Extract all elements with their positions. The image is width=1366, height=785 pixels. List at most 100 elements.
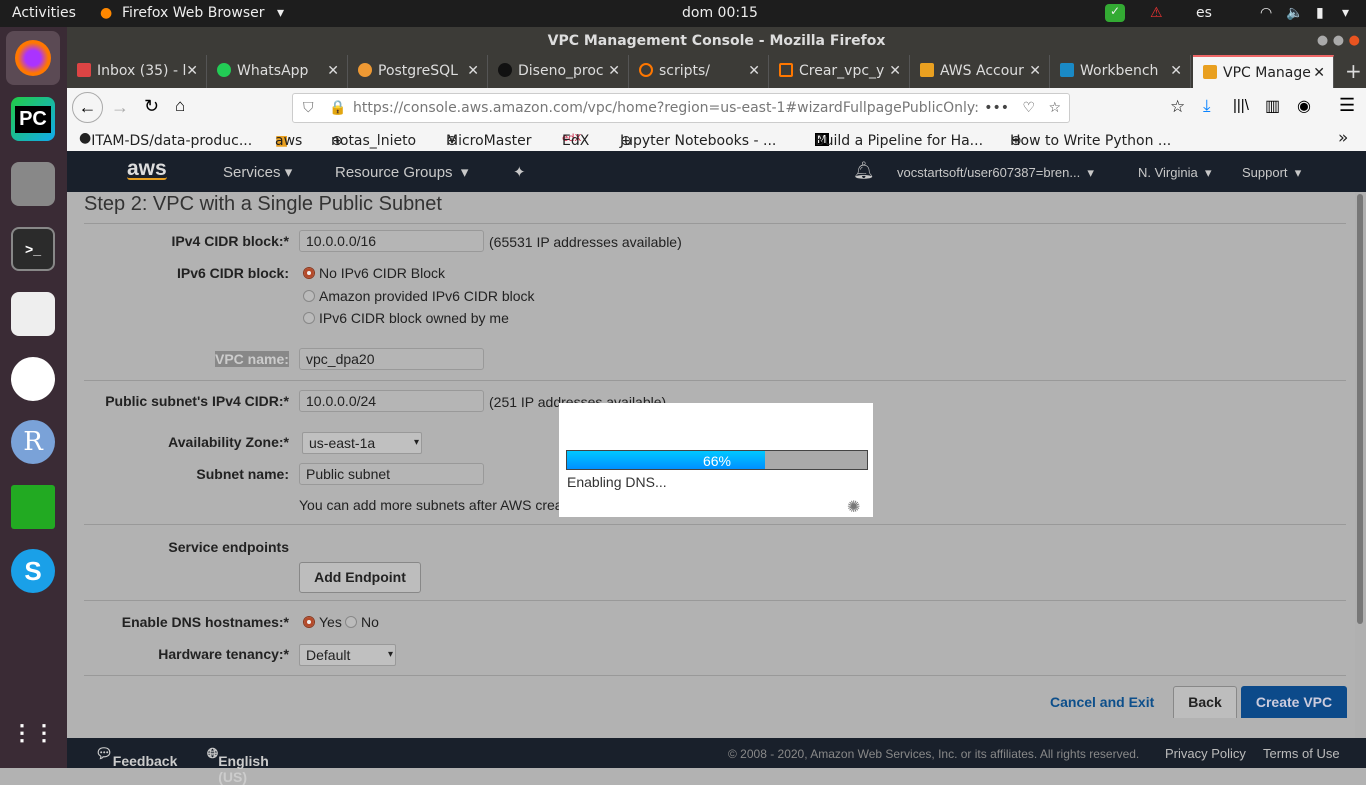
forward-icon[interactable]: → [111, 97, 129, 118]
reload-icon[interactable]: ↻ [144, 96, 159, 117]
more-bookmarks-icon[interactable]: » [1338, 128, 1348, 148]
activities-button[interactable]: Activities [12, 5, 76, 21]
dns-no-option[interactable]: No [345, 614, 379, 630]
sidebar-icon[interactable]: ▥ [1265, 96, 1280, 116]
region-menu[interactable]: N. Virginia ▾ [1138, 165, 1211, 181]
url-text[interactable]: https://console.aws.amazon.com/vpc/home?… [353, 100, 979, 116]
close-icon[interactable]: ✕ [889, 55, 901, 88]
bookmarks-bar: ● ITAM-DS/data-produc... ■ aws ⊕ notas_l… [67, 127, 1366, 151]
clock[interactable]: dom 00:15 [682, 5, 758, 21]
new-tab-button[interactable]: + [1335, 55, 1366, 88]
subnet-name-input[interactable]: Public subnet [299, 463, 484, 485]
scrollbar-thumb[interactable] [1357, 194, 1363, 624]
back-button[interactable]: Back [1173, 686, 1237, 718]
aws-smile-logo [127, 177, 167, 180]
tab[interactable]: Diseno_proc ✕ [488, 55, 629, 88]
ipv4-cidr-input[interactable]: 10.0.0.0/16 [299, 230, 484, 252]
lock-icon[interactable]: 🔒 [329, 94, 346, 122]
close-icon[interactable]: ✕ [608, 55, 620, 88]
tab[interactable]: AWS Accour ✕ [910, 55, 1050, 88]
subnet-cidr-input[interactable]: 10.0.0.0/24 [299, 390, 484, 412]
dns-yes-option[interactable]: Yes [303, 614, 342, 630]
create-vpc-button[interactable]: Create VPC [1241, 686, 1347, 718]
services-menu[interactable]: Services ▾ [223, 163, 292, 181]
close-icon[interactable]: ✕ [1313, 57, 1325, 88]
close-icon[interactable]: ✕ [186, 55, 198, 88]
copyright: © 2008 - 2020, Amazon Web Services, Inc.… [728, 747, 1140, 761]
radio[interactable] [303, 312, 315, 324]
dock-firefox[interactable] [6, 31, 60, 85]
menu-icon[interactable]: ☰ [1339, 95, 1355, 116]
close-icon[interactable]: ✕ [1029, 55, 1041, 88]
dock-files[interactable] [11, 162, 55, 206]
vpc-name-input[interactable]: vpc_dpa20 [299, 348, 484, 370]
window-controls[interactable]: ● ● ● [1317, 27, 1360, 55]
battery-icon[interactable]: ▮ [1316, 5, 1324, 21]
close-icon[interactable]: ✕ [467, 55, 479, 88]
feedback-link[interactable]: 💬︎ Feedback [95, 745, 177, 769]
volume-icon[interactable]: 🔈 [1286, 5, 1303, 21]
ipv6-option-owned[interactable]: IPv6 CIDR block owned by me [303, 310, 509, 326]
app-menu[interactable]: Firefox Web Browser [122, 5, 265, 21]
close-icon[interactable]: ✕ [327, 55, 339, 88]
hardware-tenancy-select[interactable]: Default ▾ [299, 644, 396, 666]
dock-skype[interactable]: S [11, 549, 55, 593]
language-indicator[interactable]: es [1196, 5, 1212, 21]
account-icon[interactable]: ◉ [1297, 96, 1311, 116]
dock-text-editor[interactable] [11, 292, 55, 336]
scrollbar[interactable] [1355, 192, 1366, 738]
ipv6-option-amazon[interactable]: Amazon provided IPv6 CIDR block [303, 288, 535, 304]
wifi-icon[interactable]: ◠ [1260, 5, 1272, 21]
availability-zone-select[interactable]: us-east-1a ▾ [302, 432, 422, 454]
progress-status: Enabling DNS... [567, 474, 667, 490]
tab[interactable]: WhatsApp ✕ [207, 55, 348, 88]
radio[interactable] [345, 616, 357, 628]
dock-spreadsheet[interactable] [11, 485, 55, 529]
pin-icon[interactable]: ✦ [513, 163, 526, 181]
tab[interactable]: Inbox (35) - l ✕ [67, 55, 207, 88]
tab-active[interactable]: VPC Manage ✕ [1193, 55, 1334, 88]
back-icon[interactable]: ← [72, 92, 103, 123]
language-selector[interactable]: 🌐︎ English (US) [207, 745, 269, 785]
support-menu[interactable]: Support ▾ [1242, 165, 1301, 181]
bookmark[interactable]: ● ITAM-DS/data-produc... [79, 130, 252, 149]
dock-pycharm[interactable]: PC [11, 97, 55, 141]
update-check-icon[interactable]: ✓ [1105, 4, 1125, 22]
close-icon[interactable]: ✕ [748, 55, 760, 88]
more-icon[interactable]: ••• [984, 94, 1009, 122]
bell-icon[interactable]: 🔔︎ [853, 161, 875, 181]
dock-slack[interactable] [11, 357, 55, 401]
tab[interactable]: scripts/✕ [629, 55, 769, 88]
download-icon[interactable]: ⤓ [1203, 96, 1211, 116]
radio-selected[interactable] [303, 616, 315, 628]
dock-terminal[interactable]: >_ [11, 227, 55, 271]
library-icon[interactable]: |||\ [1233, 97, 1249, 114]
pocket-icon[interactable]: ♡ [1022, 94, 1035, 122]
window-title: VPC Management Console - Mozilla Firefox… [67, 27, 1366, 55]
add-endpoint-button[interactable]: Add Endpoint [299, 562, 421, 593]
star-icon[interactable]: ☆ [1048, 94, 1061, 122]
vpc-name-label: VPC name: [215, 351, 289, 367]
ipv6-option-none[interactable]: No IPv6 CIDR Block [303, 265, 445, 281]
terms-of-use-link[interactable]: Terms of Use [1263, 746, 1340, 761]
home-icon[interactable]: ⌂ [175, 96, 185, 116]
radio[interactable] [303, 290, 315, 302]
whatsapp-icon [217, 63, 231, 77]
account-menu[interactable]: vocstartsoft/user607387=bren... ▾ [897, 165, 1094, 181]
shield-icon[interactable]: ⛉ [303, 94, 314, 122]
cancel-and-exit-link[interactable]: Cancel and Exit [1050, 694, 1154, 710]
url-bar[interactable]: ⛉ 🔒 https://console.aws.amazon.com/vpc/h… [292, 93, 1070, 123]
tab[interactable]: Crear_vpc_y ✕ [769, 55, 910, 88]
close-icon[interactable]: ✕ [1170, 55, 1182, 88]
radio-selected[interactable] [303, 267, 315, 279]
reading-list-icon[interactable]: ☆ [1170, 97, 1185, 117]
divider [84, 223, 1346, 224]
tab[interactable]: Workbench ✕ [1050, 55, 1191, 88]
tab[interactable]: PostgreSQL ✕ [348, 55, 488, 88]
chevron-down-icon[interactable]: ▾ [1342, 5, 1349, 21]
warning-icon[interactable]: ⚠ [1150, 5, 1163, 21]
dock-r[interactable]: R [11, 420, 55, 464]
privacy-policy-link[interactable]: Privacy Policy [1165, 746, 1246, 761]
resource-groups-menu[interactable]: Resource Groups ▾ [335, 163, 468, 181]
show-apps-icon[interactable]: ⋮⋮ [11, 711, 55, 755]
